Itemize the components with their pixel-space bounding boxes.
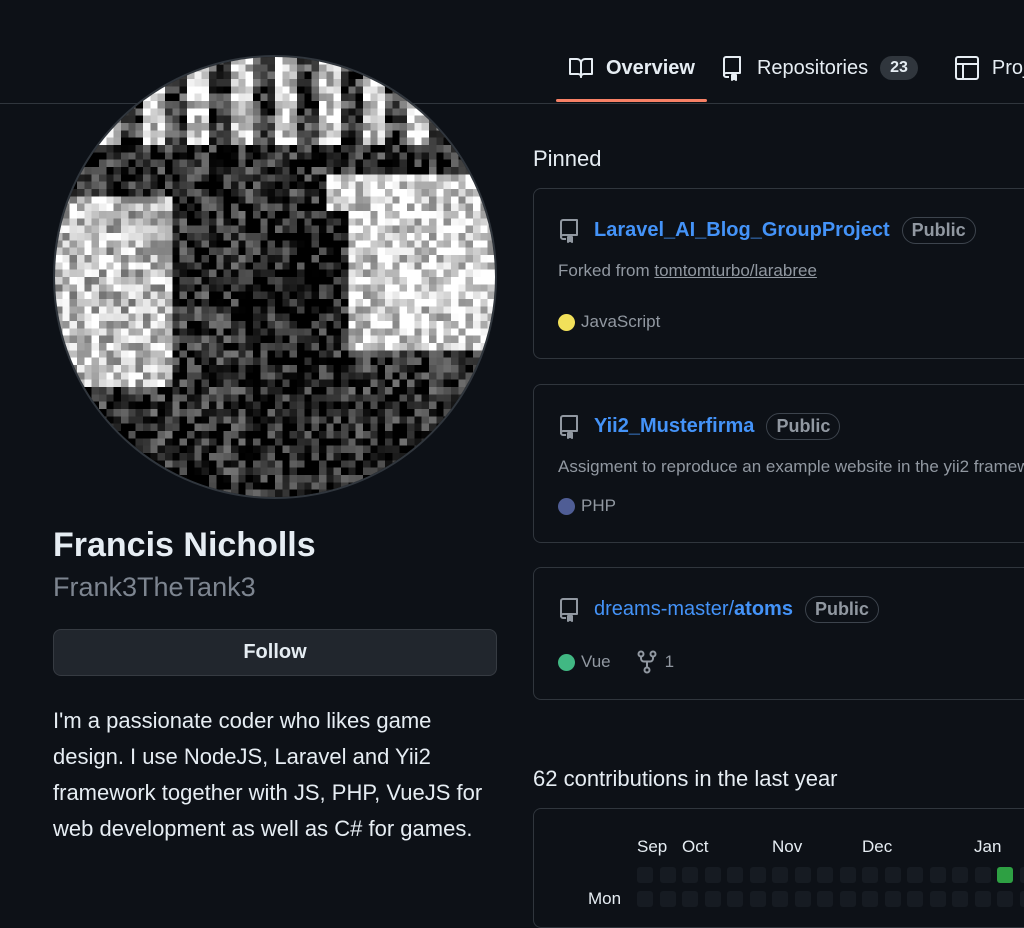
repo-name-link[interactable]: Laravel_AI_Blog_GroupProject: [594, 219, 890, 242]
contribution-cell[interactable]: [705, 867, 721, 883]
book-icon: [568, 55, 594, 81]
contribution-cell[interactable]: [660, 891, 676, 907]
pinned-repo-card: dreams-master/ atoms Public Vue 1: [533, 567, 1024, 700]
repo-language: JavaScript: [558, 312, 660, 332]
profile-tabs: Overview Repositories 23 Projects: [556, 44, 1024, 104]
month-label: Jan: [974, 837, 1001, 857]
contribution-cell[interactable]: [997, 891, 1013, 907]
contribution-cell[interactable]: [840, 867, 856, 883]
forked-from-link[interactable]: tomtomturbo/larabree: [654, 261, 817, 280]
language-color-dot: [558, 654, 575, 671]
pinned-heading: Pinned: [533, 146, 602, 172]
language-label: Vue: [581, 652, 611, 672]
contribution-cell[interactable]: [952, 891, 968, 907]
pinned-repo-card: Laravel_AI_Blog_GroupProject Public Fork…: [533, 188, 1024, 359]
profile-full-name: Francis Nicholls: [53, 526, 316, 565]
contribution-cell[interactable]: [840, 891, 856, 907]
contribution-cell[interactable]: [772, 891, 788, 907]
repo-icon: [558, 415, 580, 439]
contribution-cell[interactable]: [862, 867, 878, 883]
contribution-cell[interactable]: [795, 867, 811, 883]
repo-name-link[interactable]: Yii2_Musterfirma: [594, 415, 754, 438]
contribution-cell[interactable]: [750, 891, 766, 907]
contribution-cell[interactable]: [907, 891, 923, 907]
tab-projects[interactable]: Projects: [930, 44, 1024, 92]
contribution-cell[interactable]: [817, 867, 833, 883]
language-color-dot: [558, 498, 575, 515]
tab-label: Repositories: [757, 57, 868, 80]
contribution-cell[interactable]: [975, 891, 991, 907]
avatar[interactable]: [53, 55, 497, 499]
month-label: Oct: [682, 837, 708, 857]
repo-name-link[interactable]: atoms: [734, 598, 793, 621]
contribution-cell[interactable]: [772, 867, 788, 883]
contributions-heading: 62 contributions in the last year: [533, 766, 838, 792]
profile-bio: I'm a passionate coder who likes game de…: [53, 703, 493, 847]
contribution-cell[interactable]: [885, 891, 901, 907]
tab-repositories[interactable]: Repositories 23: [707, 44, 930, 92]
language-label: JavaScript: [581, 312, 660, 332]
contribution-cell[interactable]: [817, 891, 833, 907]
repo-owner-link[interactable]: dreams-master/: [594, 598, 734, 621]
contribution-cell[interactable]: [997, 867, 1013, 883]
profile-username: Frank3TheTank3: [53, 572, 256, 603]
avatar-image: [55, 57, 495, 497]
contribution-cell[interactable]: [1020, 891, 1024, 907]
follow-button[interactable]: Follow: [53, 629, 497, 676]
repo-icon: [719, 55, 745, 81]
contribution-cell[interactable]: [907, 867, 923, 883]
tab-overview[interactable]: Overview: [556, 44, 707, 92]
month-label: Nov: [772, 837, 802, 857]
contribution-cell[interactable]: [660, 867, 676, 883]
contribution-cell[interactable]: [750, 867, 766, 883]
contribution-cell[interactable]: [795, 891, 811, 907]
contribution-graph: Sep Oct Nov Dec Jan Mon: [533, 808, 1024, 928]
forks-link[interactable]: 1: [637, 650, 674, 674]
pinned-repo-card: Yii2_Musterfirma Public Assigment to rep…: [533, 384, 1024, 543]
repo-language: Vue 1: [558, 650, 674, 674]
language-label: PHP: [581, 496, 616, 516]
tab-label: Projects: [992, 57, 1024, 80]
forks-count: 1: [665, 652, 674, 672]
repositories-count-badge: 23: [880, 56, 918, 80]
contribution-cell[interactable]: [930, 867, 946, 883]
contribution-cell[interactable]: [1020, 867, 1024, 883]
contribution-cell[interactable]: [637, 891, 653, 907]
contribution-cell[interactable]: [705, 891, 721, 907]
tab-label: Overview: [606, 57, 695, 80]
language-color-dot: [558, 314, 575, 331]
contribution-cell[interactable]: [637, 867, 653, 883]
contribution-cell[interactable]: [930, 891, 946, 907]
repo-description: Assigment to reproduce an example websit…: [558, 457, 1024, 477]
table-icon: [954, 55, 980, 81]
contribution-cell[interactable]: [862, 891, 878, 907]
fork-icon: [637, 650, 657, 674]
repo-icon: [558, 219, 580, 243]
visibility-badge: Public: [902, 217, 976, 244]
day-label: Mon: [588, 889, 621, 909]
forked-prefix: Forked from: [558, 261, 650, 280]
contribution-cell[interactable]: [885, 867, 901, 883]
repo-icon: [558, 598, 580, 622]
contribution-cell[interactable]: [682, 891, 698, 907]
contribution-cell[interactable]: [682, 867, 698, 883]
contribution-cell[interactable]: [727, 891, 743, 907]
contribution-cell[interactable]: [727, 867, 743, 883]
forked-from-text: Forked from tomtomturbo/larabree: [558, 261, 817, 281]
visibility-badge: Public: [766, 413, 840, 440]
month-label: Dec: [862, 837, 892, 857]
month-label: Sep: [637, 837, 667, 857]
repo-language: PHP: [558, 496, 616, 516]
visibility-badge: Public: [805, 596, 879, 623]
contribution-cell[interactable]: [952, 867, 968, 883]
contribution-cell[interactable]: [975, 867, 991, 883]
